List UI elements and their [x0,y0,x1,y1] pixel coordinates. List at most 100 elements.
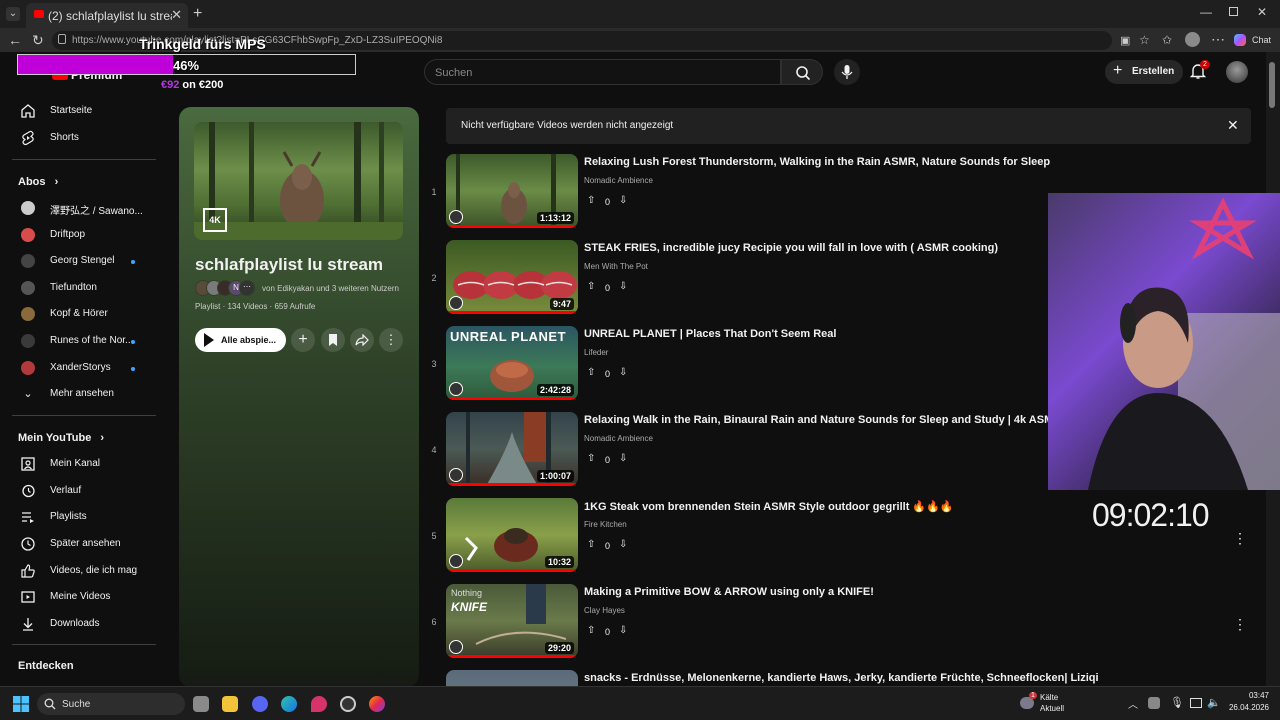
tab-list-button[interactable]: ⌄ [6,7,20,21]
video-channel[interactable]: Men With The Pot [584,262,648,271]
video-more-icon[interactable]: ⋮ [1233,616,1247,633]
scrollbar-thumb[interactable] [1269,62,1275,108]
add-to-library-button[interactable]: + [291,328,315,352]
tray-app-icon[interactable] [1148,697,1160,709]
start-button[interactable] [13,696,29,712]
obs-icon[interactable] [340,696,356,712]
maximize-button[interactable] [1229,7,1238,16]
video-title[interactable]: Relaxing Walk in the Rain, Binaural Rain… [584,414,1061,426]
sidebar-item-sub[interactable]: Georg Stengel [0,248,160,274]
video-channel[interactable]: Lifeder [584,348,608,357]
video-title[interactable]: UNREAL PLANET | Places That Don't Seem R… [584,328,836,340]
sidebar-item-playlists[interactable]: Playlists [0,504,160,530]
account-avatar[interactable] [1226,61,1248,83]
video-thumbnail[interactable]: 1:00:07 [446,412,578,486]
video-thumbnail[interactable] [446,670,578,686]
playlist-owners[interactable]: von Edikyakan und 3 weiteren Nutzern [262,284,399,293]
sidebar-item-history[interactable]: Verlauf [0,478,160,504]
sidebar-item-liked[interactable]: Videos, die ich mag [0,558,160,584]
minimize-button[interactable]: — [1200,5,1212,19]
close-tab-icon[interactable]: ✕ [171,7,182,23]
video-thumbnail[interactable]: 1:13:12 [446,154,578,228]
sidebar-item-sub[interactable]: 澤野弘之 / Sawano... [0,195,160,221]
more-menu-icon[interactable]: ⋯ [1211,31,1225,48]
firefox-icon[interactable] [369,696,385,712]
play-all-button[interactable]: Alle abspie... [195,328,286,352]
upvote-icon[interactable]: ⇧ [587,281,595,292]
upvote-icon[interactable]: ⇧ [587,453,595,464]
close-window-button[interactable]: ✕ [1257,5,1267,19]
microphone-tray-icon[interactable]: 🎙 [1170,696,1184,709]
downvote-icon[interactable]: ⇩ [619,539,627,550]
share-button[interactable] [350,328,374,352]
tray-overflow-icon[interactable]: ︿ [1128,696,1138,711]
upvote-icon[interactable]: ⇧ [587,539,595,550]
video-thumbnail[interactable]: UNREAL PLANET 2:42:28 [446,326,578,400]
downvote-icon[interactable]: ⇩ [619,281,627,292]
file-explorer-icon[interactable] [222,696,238,712]
sidebar-item-sub[interactable]: Driftpop [0,222,160,248]
subscriptions-heading[interactable]: Abos › [18,176,58,188]
you-heading[interactable]: Mein YouTube › [18,432,104,444]
video-thumbnail[interactable]: 10:32 [446,498,578,572]
owner-avatars[interactable]: N ⋯ [195,280,259,296]
new-tab-button[interactable]: + [193,5,202,23]
voice-search-button[interactable] [834,59,860,85]
maps-pin-icon[interactable] [311,696,327,712]
upvote-icon[interactable]: ⇧ [587,195,595,206]
video-title[interactable]: Making a Primitive BOW & ARROW using onl… [584,586,874,598]
sidebar-item-my-videos[interactable]: Meine Videos [0,584,160,610]
sidebar-item-startseite[interactable]: Startseite [0,98,160,124]
close-notice-icon[interactable]: ✕ [1227,117,1239,134]
sidebar-item-sub[interactable]: Tiefundton [0,275,160,301]
browser-tab[interactable]: (2) schlafplaylist lu stream - YouTube ✕ [26,3,188,28]
sidebar-item-sub[interactable]: Runes of the Nor... [0,328,160,354]
discord-icon[interactable] [252,696,268,712]
downvote-icon[interactable]: ⇩ [619,453,627,464]
search-input[interactable]: Suchen [424,59,781,85]
playlist-meta: Playlist · 134 Videos · 659 Aufrufe [195,302,316,311]
sidebar-item-watch-later[interactable]: Später ansehen [0,531,160,557]
edge-icon[interactable] [281,696,297,712]
profile-avatar[interactable] [1185,32,1200,47]
video-title[interactable]: STEAK FRIES, incredible jucy Recipie you… [584,242,998,254]
playlist-cover-thumbnail[interactable]: 4K [194,122,403,240]
create-button[interactable]: + Erstellen [1105,60,1183,84]
sidebar-item-sub[interactable]: Kopf & Hörer [0,301,160,327]
favorite-star-icon[interactable]: ☆ [1139,33,1150,47]
video-thumbnail[interactable]: Nothing KNIFE 29:20 [446,584,578,658]
copilot-chat-button[interactable]: Chat [1232,31,1274,49]
system-clock[interactable]: 03:47 26.04.2026 [1225,691,1269,712]
playlist-more-button[interactable]: ⋮ [379,328,403,352]
sidebar-item-shorts[interactable]: Shorts [0,125,160,151]
video-more-icon[interactable]: ⋮ [1233,530,1247,547]
search-button[interactable] [781,59,823,85]
volume-icon[interactable]: 🔈 [1207,696,1221,709]
task-view-icon[interactable] [193,696,209,712]
collections-icon[interactable]: ✩ [1162,33,1172,47]
sidebar-item-sub[interactable]: XanderStorys [0,355,160,381]
downvote-icon[interactable]: ⇩ [619,625,627,636]
video-title[interactable]: Relaxing Lush Forest Thunderstorm, Walki… [584,156,1050,168]
network-icon[interactable] [1190,698,1202,708]
notifications-button[interactable]: 2 [1189,60,1210,82]
video-channel[interactable]: Nomadic Ambience [584,176,653,185]
upvote-icon[interactable]: ⇧ [587,625,595,636]
split-screen-icon[interactable]: ▣ [1120,34,1130,47]
video-channel[interactable]: Fire Kitchen [584,520,627,529]
save-playlist-button[interactable] [321,328,345,352]
video-channel[interactable]: Clay Hayes [584,606,625,615]
video-channel[interactable]: Nomadic Ambience [584,434,653,443]
upvote-icon[interactable]: ⇧ [587,367,595,378]
downvote-icon[interactable]: ⇩ [619,195,627,206]
downvote-icon[interactable]: ⇩ [619,367,627,378]
video-title[interactable]: snacks - Erdnüsse, Melonenkerne, kandier… [584,672,1099,684]
sidebar-item-more[interactable]: ⌄ Mehr ansehen [0,381,160,407]
taskbar-search[interactable]: Suche [37,693,185,715]
sidebar-item-downloads[interactable]: Downloads [0,611,160,637]
video-thumbnail[interactable]: 9:47 [446,240,578,314]
search-bar[interactable]: Suchen [424,59,823,85]
weather-widget[interactable]: 1 Kälte Aktuell [1020,692,1090,716]
sidebar-item-my-channel[interactable]: Mein Kanal [0,451,160,477]
video-title[interactable]: 1KG Steak vom brennenden Stein ASMR Styl… [584,500,954,513]
